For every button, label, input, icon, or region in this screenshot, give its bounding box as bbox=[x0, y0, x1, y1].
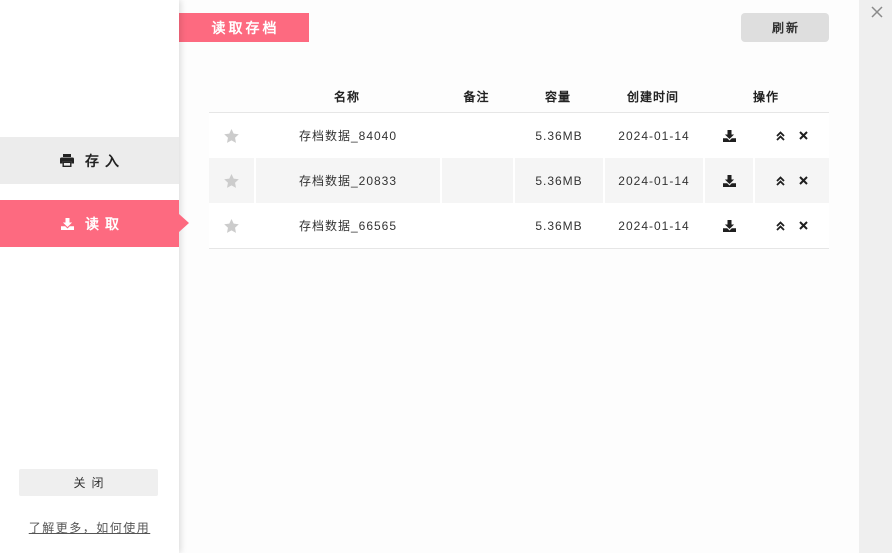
save-size: 5.36MB bbox=[513, 113, 603, 158]
download-icon bbox=[60, 217, 74, 231]
actions-cell bbox=[753, 158, 829, 203]
save-size: 5.36MB bbox=[513, 158, 603, 203]
download-cell bbox=[703, 203, 753, 248]
page-title: 读取存档 bbox=[179, 13, 309, 42]
page-title-text: 读取存档 bbox=[211, 19, 280, 36]
x-mark-icon[interactable] bbox=[799, 176, 808, 185]
table-row[interactable]: 存档数据_20833 5.36MB 2024-01-14 bbox=[209, 158, 829, 203]
actions-cell bbox=[753, 113, 829, 158]
double-chevron-up-icon[interactable] bbox=[776, 175, 785, 186]
favorite-cell bbox=[209, 113, 254, 158]
table-row[interactable]: 存档数据_84040 5.36MB 2024-01-14 bbox=[209, 113, 829, 158]
save-note bbox=[440, 203, 513, 248]
save-note bbox=[440, 113, 513, 158]
download-icon[interactable] bbox=[722, 174, 736, 187]
save-created: 2024-01-14 bbox=[603, 203, 703, 248]
table-row[interactable]: 存档数据_66565 5.36MB 2024-01-14 bbox=[209, 203, 829, 249]
table-header: 名称 备注 容量 创建时间 操作 bbox=[209, 80, 829, 113]
star-icon[interactable] bbox=[224, 218, 239, 233]
save-size: 5.36MB bbox=[513, 203, 603, 248]
sidebar: 存入 读取 关闭 了解更多，如何使用 bbox=[0, 0, 189, 553]
save-table: 名称 备注 容量 创建时间 操作 存档数据_84040 5.36MB 2024-… bbox=[209, 80, 829, 249]
header-actions: 操作 bbox=[752, 89, 779, 104]
save-note bbox=[440, 158, 513, 203]
printer-icon bbox=[60, 154, 74, 168]
download-cell bbox=[703, 113, 753, 158]
star-icon[interactable] bbox=[224, 173, 239, 188]
load-button-label: 读取 bbox=[85, 215, 125, 232]
x-mark-icon[interactable] bbox=[799, 131, 808, 140]
close-icon[interactable] bbox=[871, 6, 883, 18]
header-note: 备注 bbox=[463, 89, 490, 104]
header-created: 创建时间 bbox=[626, 89, 679, 104]
favorite-cell bbox=[209, 203, 254, 248]
save-created: 2024-01-14 bbox=[603, 158, 703, 203]
double-chevron-up-icon[interactable] bbox=[776, 130, 785, 141]
save-created: 2024-01-14 bbox=[603, 113, 703, 158]
close-button[interactable]: 关闭 bbox=[19, 469, 158, 496]
favorite-cell bbox=[209, 158, 254, 203]
save-button-label: 存入 bbox=[85, 152, 125, 169]
help-link[interactable]: 了解更多，如何使用 bbox=[0, 519, 179, 536]
x-mark-icon[interactable] bbox=[799, 221, 808, 230]
main-panel: 读取存档 刷新 名称 备注 容量 创建时间 操作 存档数据_84040 5.36… bbox=[179, 0, 859, 553]
close-button-label: 关闭 bbox=[73, 476, 110, 490]
load-button[interactable]: 读取 bbox=[0, 200, 189, 247]
right-strip bbox=[859, 0, 892, 553]
save-name: 存档数据_84040 bbox=[254, 113, 440, 158]
refresh-button-label: 刷新 bbox=[771, 21, 800, 35]
actions-cell bbox=[753, 203, 829, 248]
download-cell bbox=[703, 158, 753, 203]
star-icon[interactable] bbox=[224, 128, 239, 143]
header-name: 名称 bbox=[333, 89, 360, 104]
double-chevron-up-icon[interactable] bbox=[776, 220, 785, 231]
save-name: 存档数据_20833 bbox=[254, 158, 440, 203]
download-icon[interactable] bbox=[722, 219, 736, 232]
save-button[interactable]: 存入 bbox=[0, 137, 179, 184]
active-pointer bbox=[179, 214, 189, 232]
download-icon[interactable] bbox=[722, 129, 736, 142]
header-size: 容量 bbox=[544, 89, 571, 104]
save-name: 存档数据_66565 bbox=[254, 203, 440, 248]
refresh-button[interactable]: 刷新 bbox=[741, 13, 829, 42]
